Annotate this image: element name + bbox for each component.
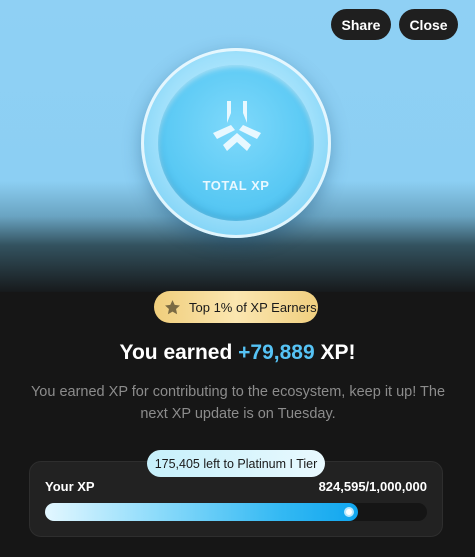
medal-label: TOTAL XP <box>202 178 270 193</box>
your-xp-label: Your XP <box>45 479 95 494</box>
total-xp-medal: TOTAL XP <box>141 48 331 238</box>
medal-face: TOTAL XP <box>158 65 314 221</box>
xp-description: You earned XP for contributing to the ec… <box>30 384 446 422</box>
earned-headline: You earned +79,889 XP! <box>0 341 475 365</box>
earned-xp-amount: +79,889 <box>238 341 315 364</box>
close-button[interactable]: Close <box>399 9 458 40</box>
headline-prefix: You earned <box>119 341 239 364</box>
share-button[interactable]: Share <box>331 9 391 40</box>
headline-suffix: XP! <box>314 341 356 364</box>
xp-progress-knob <box>344 507 354 517</box>
star-icon <box>165 299 180 314</box>
tier-remaining-pill: 175,405 left to Platinum I Tier <box>147 450 325 477</box>
total-xp-logo-icon <box>213 101 261 151</box>
xp-count: 824,595/1,000,000 <box>318 479 427 494</box>
xp-progress-fill <box>45 503 358 521</box>
rank-badge-text: Top 1% of XP Earners <box>189 299 317 315</box>
xp-progress-bar <box>45 503 427 521</box>
rank-badge: Top 1% of XP Earners <box>154 291 318 323</box>
